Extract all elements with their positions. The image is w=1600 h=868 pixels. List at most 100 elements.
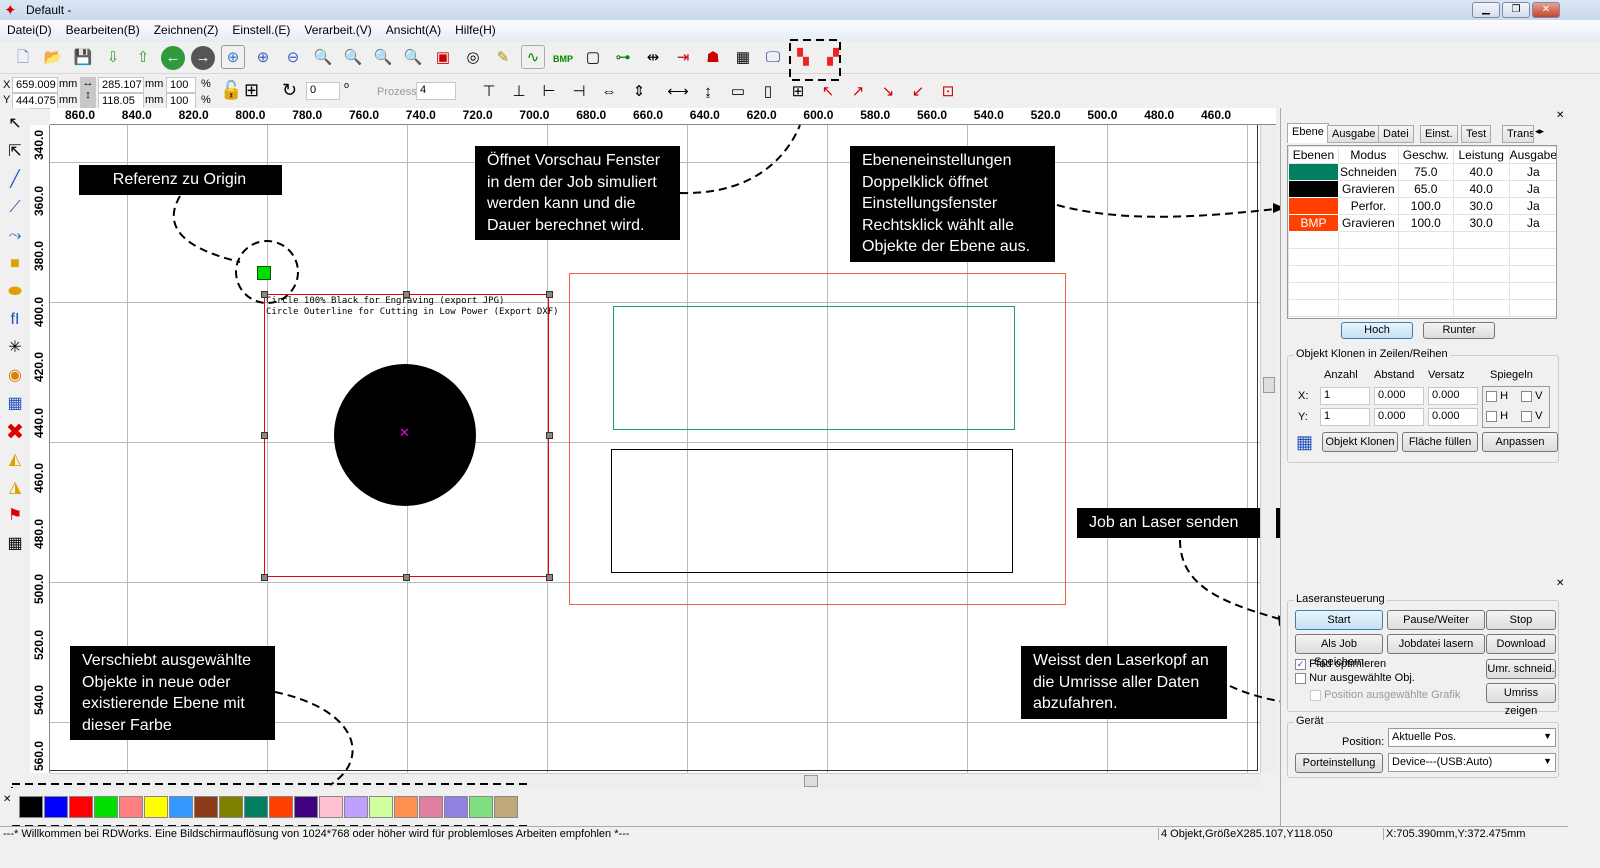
- anchor-grid-icon[interactable]: ⊞: [244, 80, 259, 101]
- layer-color[interactable]: BMP: [1288, 214, 1339, 232]
- open-folder-icon[interactable]: 📂: [41, 46, 65, 70]
- save-icon[interactable]: 💾: [71, 46, 95, 70]
- palette-color-swatch[interactable]: [119, 796, 143, 818]
- align-right-icon[interactable]: ⊣: [567, 80, 591, 104]
- move-top-left-icon[interactable]: ↖: [816, 80, 840, 104]
- resize-handle[interactable]: [261, 574, 268, 581]
- zoom-out-icon[interactable]: ⊖: [281, 46, 305, 70]
- origin-marker[interactable]: [257, 266, 271, 280]
- text-icon[interactable]: fI: [3, 308, 27, 332]
- bitmap-icon[interactable]: ◉: [3, 364, 27, 388]
- vertical-scrollbar[interactable]: [1260, 125, 1276, 773]
- zoom-custom-icon[interactable]: 🔍: [401, 46, 425, 70]
- mirror-y-v-checkbox[interactable]: [1521, 410, 1532, 422]
- align2-icon[interactable]: ⇥: [671, 46, 695, 70]
- minimize-button[interactable]: ▁: [1472, 2, 1500, 18]
- node-edit-icon[interactable]: ⇱: [3, 140, 27, 164]
- scale-y-input[interactable]: 100: [166, 93, 196, 109]
- tree-icon[interactable]: ⊶: [611, 46, 635, 70]
- palette-color-swatch[interactable]: [144, 796, 168, 818]
- resize-handle[interactable]: [403, 291, 410, 298]
- palette-color-swatch[interactable]: [369, 796, 393, 818]
- pause-button[interactable]: Pause/Weiter: [1387, 610, 1485, 630]
- same-width-icon[interactable]: ⟷: [666, 80, 690, 104]
- palette-color-swatch[interactable]: [469, 796, 493, 818]
- menu-hilfe[interactable]: Hilfe(H): [448, 20, 503, 42]
- prozess-input[interactable]: 4: [416, 82, 456, 100]
- tab-datei[interactable]: Datei: [1378, 125, 1414, 143]
- canvas-text-engraving[interactable]: Circle 100% Black for Engraving (export …: [266, 296, 559, 307]
- back-icon[interactable]: ←: [161, 46, 185, 70]
- y-position-input[interactable]: 444.075: [12, 93, 58, 109]
- align-bottom-icon[interactable]: ⊥: [507, 80, 531, 104]
- scroll-thumb[interactable]: [1263, 377, 1275, 393]
- laser-panel-close-icon[interactable]: ✕: [1556, 578, 1564, 589]
- save-job-button[interactable]: Als Job Speichern: [1295, 634, 1383, 668]
- port-settings-button[interactable]: Porteinstellung: [1295, 753, 1383, 773]
- align-hcenter-icon[interactable]: ⇔: [597, 80, 621, 104]
- start-button[interactable]: Start: [1295, 610, 1383, 630]
- palette-color-swatch[interactable]: [344, 796, 368, 818]
- menu-zeichnen[interactable]: Zeichnen(Z): [147, 20, 226, 42]
- stop-button[interactable]: Stop: [1486, 610, 1556, 630]
- menu-verarbeit[interactable]: Verarbeit.(V): [297, 20, 378, 42]
- x-position-input[interactable]: 659.009: [12, 77, 58, 93]
- position-select[interactable]: Aktuelle Pos. ▼: [1388, 728, 1556, 747]
- preview-monitor-icon[interactable]: 🖵: [761, 46, 785, 70]
- export-icon[interactable]: ⇧: [131, 46, 155, 70]
- flag-icon[interactable]: ⚑: [3, 504, 27, 528]
- clone-button[interactable]: Objekt Klonen: [1322, 432, 1398, 452]
- maximize-button[interactable]: ❐: [1502, 2, 1530, 18]
- same-height-icon[interactable]: ↨: [696, 80, 720, 104]
- zoom-in-icon[interactable]: ⊕: [251, 46, 275, 70]
- center-icon[interactable]: ⊞: [786, 80, 810, 104]
- scale-x-input[interactable]: 100: [166, 77, 196, 93]
- bmp-icon[interactable]: BMP: [551, 47, 575, 71]
- zoom-pan-icon[interactable]: ⊕: [221, 45, 245, 69]
- layer-color[interactable]: [1288, 197, 1339, 215]
- palette-color-swatch[interactable]: [94, 796, 118, 818]
- select-arrow-icon[interactable]: ↖: [3, 112, 27, 136]
- layer-color[interactable]: [1288, 180, 1339, 198]
- tab-scroll-icon[interactable]: ◂▸: [1535, 126, 1544, 137]
- move-top-right-icon[interactable]: ↗: [846, 80, 870, 104]
- laser-icon[interactable]: ☗: [701, 46, 725, 70]
- clone-x-offset[interactable]: 0.000: [1428, 387, 1478, 405]
- grid-icon[interactable]: ▦: [731, 46, 755, 70]
- only-selected-checkbox[interactable]: [1295, 672, 1306, 684]
- align-left-icon[interactable]: ⊢: [537, 80, 561, 104]
- resize-handle[interactable]: [261, 432, 268, 439]
- tab-trans[interactable]: Trans: [1502, 125, 1534, 143]
- move-center-icon[interactable]: ⊡: [936, 80, 960, 104]
- menu-bearbeiten[interactable]: Bearbeiten(B): [59, 20, 147, 42]
- mirror-y-h-checkbox[interactable]: [1486, 410, 1497, 422]
- palette-color-swatch[interactable]: [219, 796, 243, 818]
- align-top-icon[interactable]: ⊤: [477, 80, 501, 104]
- clone-y-count[interactable]: 1: [1320, 408, 1370, 426]
- mirror-x-h-checkbox[interactable]: [1486, 390, 1497, 402]
- show-frame-button[interactable]: Umriss zeigen: [1486, 683, 1556, 717]
- tab-ausgabe[interactable]: Ausgabe: [1327, 125, 1381, 143]
- line-icon[interactable]: ╱: [3, 168, 27, 192]
- align-icon[interactable]: ⇹: [641, 46, 665, 70]
- layer-up-button[interactable]: Hoch: [1341, 322, 1413, 339]
- forward-icon[interactable]: →: [191, 46, 215, 70]
- new-file-icon[interactable]: 🗋: [11, 46, 35, 70]
- palette-close-icon[interactable]: ✕: [3, 794, 11, 805]
- resize-handle[interactable]: [546, 291, 553, 298]
- clone-x-distance[interactable]: 0.000: [1374, 387, 1424, 405]
- center-dot-icon[interactable]: ◎: [461, 46, 485, 70]
- drawing-canvas[interactable]: Circle 100% Black for Engraving (export …: [50, 125, 1282, 773]
- cut-frame-button[interactable]: Umr. schneid.: [1486, 659, 1556, 679]
- palette-color-swatch[interactable]: [269, 796, 293, 818]
- palette-color-swatch[interactable]: [44, 796, 68, 818]
- scroll-thumb[interactable]: [804, 775, 818, 787]
- palette-color-swatch[interactable]: [19, 796, 43, 818]
- height-input[interactable]: 118.05: [98, 93, 144, 109]
- zoom-fit-icon[interactable]: 🔍: [371, 46, 395, 70]
- cut-rectangle[interactable]: [613, 306, 1015, 430]
- align-vcenter-icon[interactable]: ⇕: [627, 80, 651, 104]
- menu-datei[interactable]: Datei(D): [0, 20, 59, 42]
- layer-row[interactable]: Gravieren 65.0 40.0 Ja: [1288, 180, 1556, 198]
- fit-button[interactable]: Anpassen: [1482, 432, 1558, 452]
